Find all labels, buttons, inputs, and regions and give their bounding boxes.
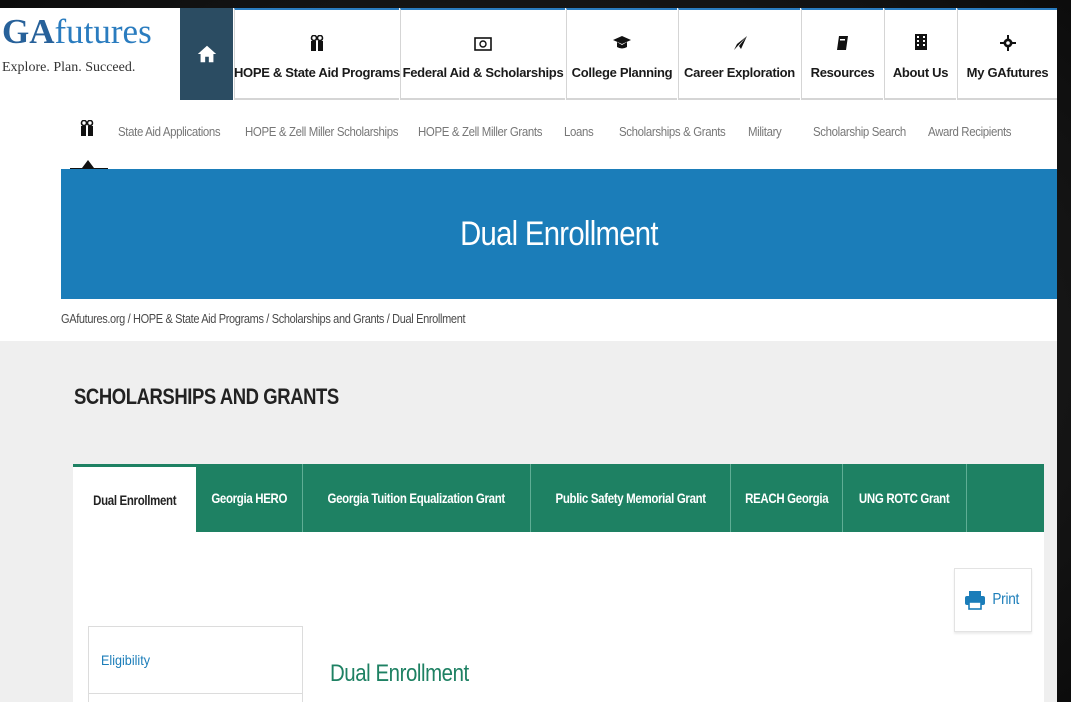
tab-georgia-tuition-equalization[interactable]: Georgia Tuition Equalization Grant [303,464,531,532]
book-icon [837,35,848,50]
nav-about-us[interactable]: About Us [884,8,956,100]
side-navigation: Eligibility [88,626,303,702]
active-pointer [82,160,94,168]
tab-bar: Dual Enrollment Georgia HERO Georgia Tui… [73,464,1044,532]
nav-college-planning[interactable]: College Planning [566,8,677,100]
nav-label: College Planning [571,64,673,80]
gift-icon [310,34,324,51]
tab-georgia-hero[interactable]: Georgia HERO [196,464,303,532]
nav-label: My GAfutures [966,64,1049,80]
print-button[interactable]: Print [954,568,1032,632]
subnav-loans[interactable]: Loans [564,124,594,139]
nav-federal-aid[interactable]: Federal Aid & Scholarships [400,8,565,100]
money-icon [474,36,492,51]
sidenav-eligibility[interactable]: Eligibility [88,626,303,694]
tab-dual-enrollment[interactable]: Dual Enrollment [73,464,196,532]
hero-banner: Dual Enrollment [61,169,1057,299]
print-label: Print [992,591,1020,608]
tab-ung-rotc-grant[interactable]: UNG ROTC Grant [843,464,967,532]
graduation-cap-icon [613,35,631,48]
tab-public-safety-memorial[interactable]: Public Safety Memorial Grant [531,464,731,532]
content-heading: Dual Enrollment [330,660,469,687]
subnav-hope-zell-scholarships[interactable]: HOPE & Zell Miller Scholarships [245,124,398,139]
nav-label: Resources [810,64,875,80]
nav-label: About Us [892,64,949,80]
nav-label: Career Exploration [684,64,795,80]
subnav-military[interactable]: Military [748,124,782,139]
top-navigation: GAfutures Explore. Plan. Succeed. HOPE &… [0,8,1057,102]
logo-tagline: Explore. Plan. Succeed. [2,60,136,75]
paper-plane-icon [733,35,747,50]
logo-wordmark: GAfutures [2,12,152,51]
page-title: Dual Enrollment [460,214,658,253]
nav-label: HOPE & State Aid Programs [233,64,401,80]
home-button[interactable] [180,8,233,100]
gift-icon [80,120,94,136]
subnav-scholarship-search[interactable]: Scholarship Search [813,124,906,139]
nav-career-exploration[interactable]: Career Exploration [678,8,800,100]
subnav-hope-zell-grants[interactable]: HOPE & Zell Miller Grants [418,124,542,139]
gafutures-logo[interactable]: GAfutures Explore. Plan. Succeed. [0,8,176,102]
web-page: GAfutures Explore. Plan. Succeed. HOPE &… [0,8,1057,702]
breadcrumb[interactable]: GAfutures.org / HOPE & State Aid Program… [61,312,466,326]
subnav-award-recipients[interactable]: Award Recipients [928,124,1012,139]
sub-navigation: State Aid Applications HOPE & Zell Mille… [0,108,1057,170]
gear-icon [999,34,1016,51]
home-icon [197,45,216,63]
section-title: SCHOLARSHIPS AND GRANTS [74,384,339,409]
nav-resources[interactable]: Resources [801,8,883,100]
printer-icon [965,591,986,610]
subnav-state-aid-applications[interactable]: State Aid Applications [118,124,221,139]
building-icon [914,33,927,50]
sidenav-item-next[interactable] [88,693,303,702]
nav-label: Federal Aid & Scholarships [402,64,564,80]
nav-my-gafutures[interactable]: My GAfutures [957,8,1057,100]
nav-hope-state-aid[interactable]: HOPE & State Aid Programs [233,8,401,100]
subnav-scholarships-grants[interactable]: Scholarships & Grants [619,124,726,139]
tab-reach-georgia[interactable]: REACH Georgia [731,464,843,532]
